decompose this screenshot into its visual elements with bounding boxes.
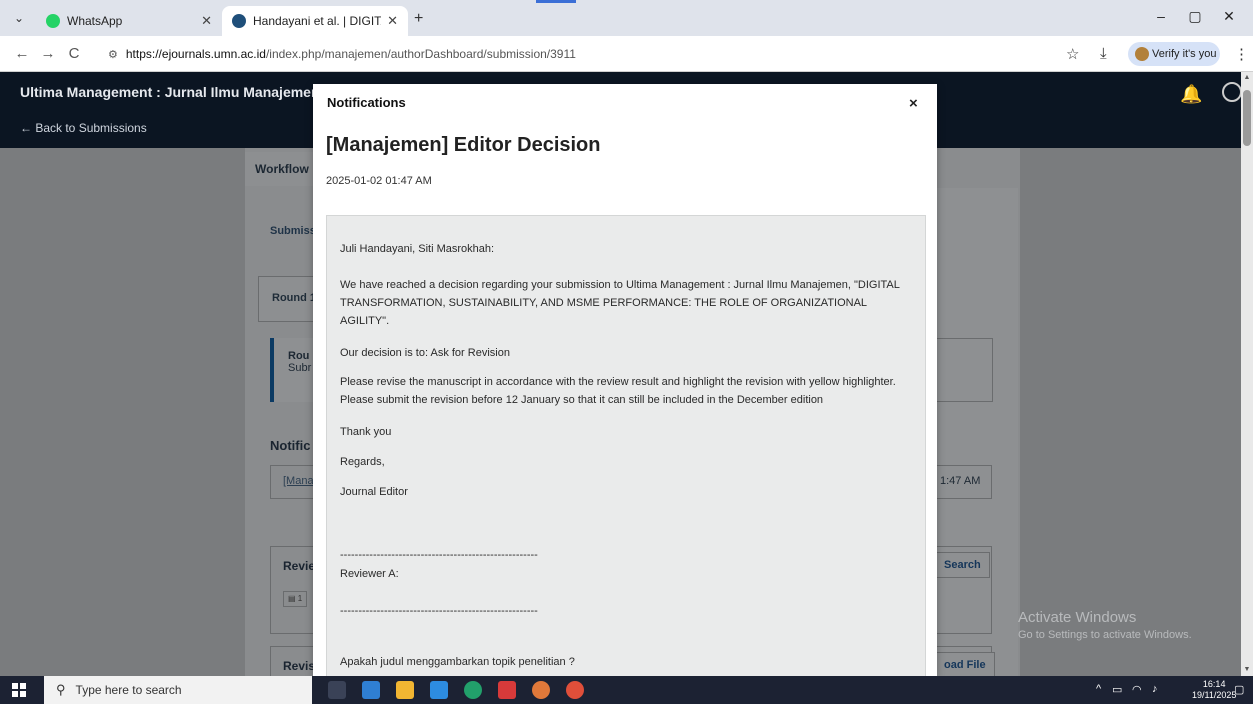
user-profile-icon[interactable] xyxy=(1222,82,1242,102)
site-settings-icon[interactable]: ⚙ xyxy=(108,49,118,61)
tab-whatsapp[interactable]: WhatsApp ✕ xyxy=(36,6,222,36)
notification-message-box: Juli Handayani, Siti Masrokhah: We have … xyxy=(326,215,926,676)
modal-close-icon[interactable]: × xyxy=(909,95,918,112)
notifications-modal: Notifications × [Manajemen] Editor Decis… xyxy=(313,84,937,676)
tab-round-1[interactable]: Round 1 xyxy=(258,276,318,322)
taskbar-search-box[interactable]: ⚲ Type here to search xyxy=(44,676,312,704)
tab-label: Handayani et al. | DIGITAL TRAI xyxy=(253,14,381,28)
volume-icon[interactable]: ♪ xyxy=(1152,683,1158,695)
url-path: /index.php/manajemen/authorDashboard/sub… xyxy=(265,47,576,61)
message-paragraph-2: Please revise the manuscript in accordan… xyxy=(340,376,896,406)
minimize-button[interactable]: – xyxy=(1146,8,1176,24)
tab-close-icon[interactable]: ✕ xyxy=(201,13,212,29)
message-signature: Journal Editor xyxy=(340,486,408,498)
taskbar-search-placeholder: Type here to search xyxy=(75,683,182,697)
activate-windows-title: Activate Windows xyxy=(1018,609,1137,626)
message-reviewer: Reviewer A: xyxy=(340,568,399,580)
whatsapp-favicon-icon xyxy=(46,14,60,28)
url-field[interactable]: ⚙ https://ejournals.umn.ac.id/index.php/m… xyxy=(108,42,1058,66)
tab-journal[interactable]: Handayani et al. | DIGITAL TRAI ✕ xyxy=(222,6,408,36)
tab-strip-indicator xyxy=(536,0,576,3)
round-note-text: Subr xyxy=(288,362,312,374)
scroll-thumb[interactable] xyxy=(1243,90,1251,146)
tab-submission[interactable]: Submiss xyxy=(270,225,316,237)
bookmark-star-icon[interactable]: ☆ xyxy=(1066,45,1079,63)
close-window-button[interactable]: ✕ xyxy=(1214,8,1244,25)
action-center-icon[interactable]: ▢ xyxy=(1234,683,1244,696)
chrome-icon[interactable] xyxy=(532,681,550,699)
file-doc-icon[interactable]: ▤ 1 xyxy=(283,591,307,607)
scroll-up-icon[interactable]: ▲ xyxy=(1241,72,1253,84)
revisions-title: Revis xyxy=(283,659,316,673)
back-arrow-icon[interactable]: ← xyxy=(12,45,32,62)
message-separator: ----------------------------------------… xyxy=(340,549,538,561)
upload-file-button[interactable]: oad File xyxy=(935,652,995,676)
round-note-border xyxy=(935,338,993,402)
search-button[interactable]: Search xyxy=(935,552,990,578)
search-icon: ⚲ xyxy=(56,682,66,697)
downloads-icon[interactable]: ⤓ xyxy=(1100,45,1107,62)
microsoft-store-icon[interactable] xyxy=(362,681,380,699)
notification-date: 1:47 AM xyxy=(940,475,981,487)
verify-profile-button[interactable]: Verify it's you xyxy=(1128,42,1220,66)
tray-chevron-icon[interactable]: ^ xyxy=(1096,683,1101,695)
file-count: 1 xyxy=(297,594,303,603)
restore-button[interactable]: ▢ xyxy=(1180,8,1210,25)
message-regards: Regards, xyxy=(340,456,385,468)
modal-title: Notifications xyxy=(327,95,406,110)
file-explorer-icon[interactable] xyxy=(396,681,414,699)
reload-icon[interactable]: C xyxy=(64,45,84,62)
page-scrollbar[interactable]: ▲ ▼ xyxy=(1241,72,1253,676)
notification-link[interactable]: [Mana xyxy=(283,475,314,487)
message-separator: ----------------------------------------… xyxy=(340,605,538,617)
chrome-profile-icon[interactable] xyxy=(566,681,584,699)
journal-title[interactable]: Ultima Management : Jurnal Ilmu Manajeme… xyxy=(20,84,320,100)
url-host: https://ejournals.umn.ac.id xyxy=(125,47,266,61)
back-to-submissions-link[interactable]: ← Back to Submissions xyxy=(20,121,147,135)
new-tab-button[interactable]: + xyxy=(414,10,423,28)
notification-timestamp: 2025-01-02 01:47 AM xyxy=(326,175,432,187)
task-view-icon[interactable] xyxy=(328,681,346,699)
clock-date: 19/11/2025 xyxy=(1192,690,1237,700)
scroll-down-icon[interactable]: ▼ xyxy=(1241,664,1253,676)
edge-browser-icon[interactable] xyxy=(464,681,482,699)
wps-office-icon[interactable] xyxy=(498,681,516,699)
browser-tab-bar: ⌄ WhatsApp ✕ Handayani et al. | DIGITAL … xyxy=(0,0,1253,36)
browser-address-bar: ← → C ⚙ https://ejournals.umn.ac.id/index… xyxy=(0,36,1253,72)
tab-search-dropdown-icon[interactable]: ⌄ xyxy=(8,8,30,28)
message-question: Apakah judul menggambarkan topik penelit… xyxy=(340,656,575,668)
notifications-section-title: Notific xyxy=(270,438,311,453)
notifications-bell-icon[interactable]: 🔔 xyxy=(1180,84,1202,105)
activate-windows-subtitle: Go to Settings to activate Windows. xyxy=(1018,629,1192,641)
windows-start-icon[interactable] xyxy=(12,683,26,697)
clock-time: 16:14 xyxy=(1202,679,1226,689)
browser-menu-icon[interactable]: ⋮ xyxy=(1234,45,1249,63)
windows-taskbar: ⚲ Type here to search ^ ▭ ◠ ♪ 16:14 19/11… xyxy=(0,676,1253,704)
forward-arrow-icon[interactable]: → xyxy=(38,45,58,62)
review-files-title: Revie xyxy=(283,559,316,573)
notification-heading: [Manajemen] Editor Decision xyxy=(326,134,601,156)
message-paragraph-1: We have reached a decision regarding you… xyxy=(340,279,900,327)
tab-workflow[interactable]: Workflow xyxy=(245,152,315,186)
mail-icon[interactable] xyxy=(430,681,448,699)
battery-icon[interactable]: ▭ xyxy=(1112,683,1122,696)
taskbar-clock[interactable]: 16:14 19/11/2025 xyxy=(1192,679,1236,701)
journal-favicon-icon xyxy=(232,14,246,28)
wifi-icon[interactable]: ◠ xyxy=(1132,683,1142,696)
tab-close-icon[interactable]: ✕ xyxy=(387,13,398,29)
tab-label: WhatsApp xyxy=(67,14,123,28)
message-salutation: Juli Handayani, Siti Masrokhah: xyxy=(340,243,495,255)
message-decision: Our decision is to: Ask for Revision xyxy=(340,347,510,359)
message-thanks: Thank you xyxy=(340,426,392,438)
